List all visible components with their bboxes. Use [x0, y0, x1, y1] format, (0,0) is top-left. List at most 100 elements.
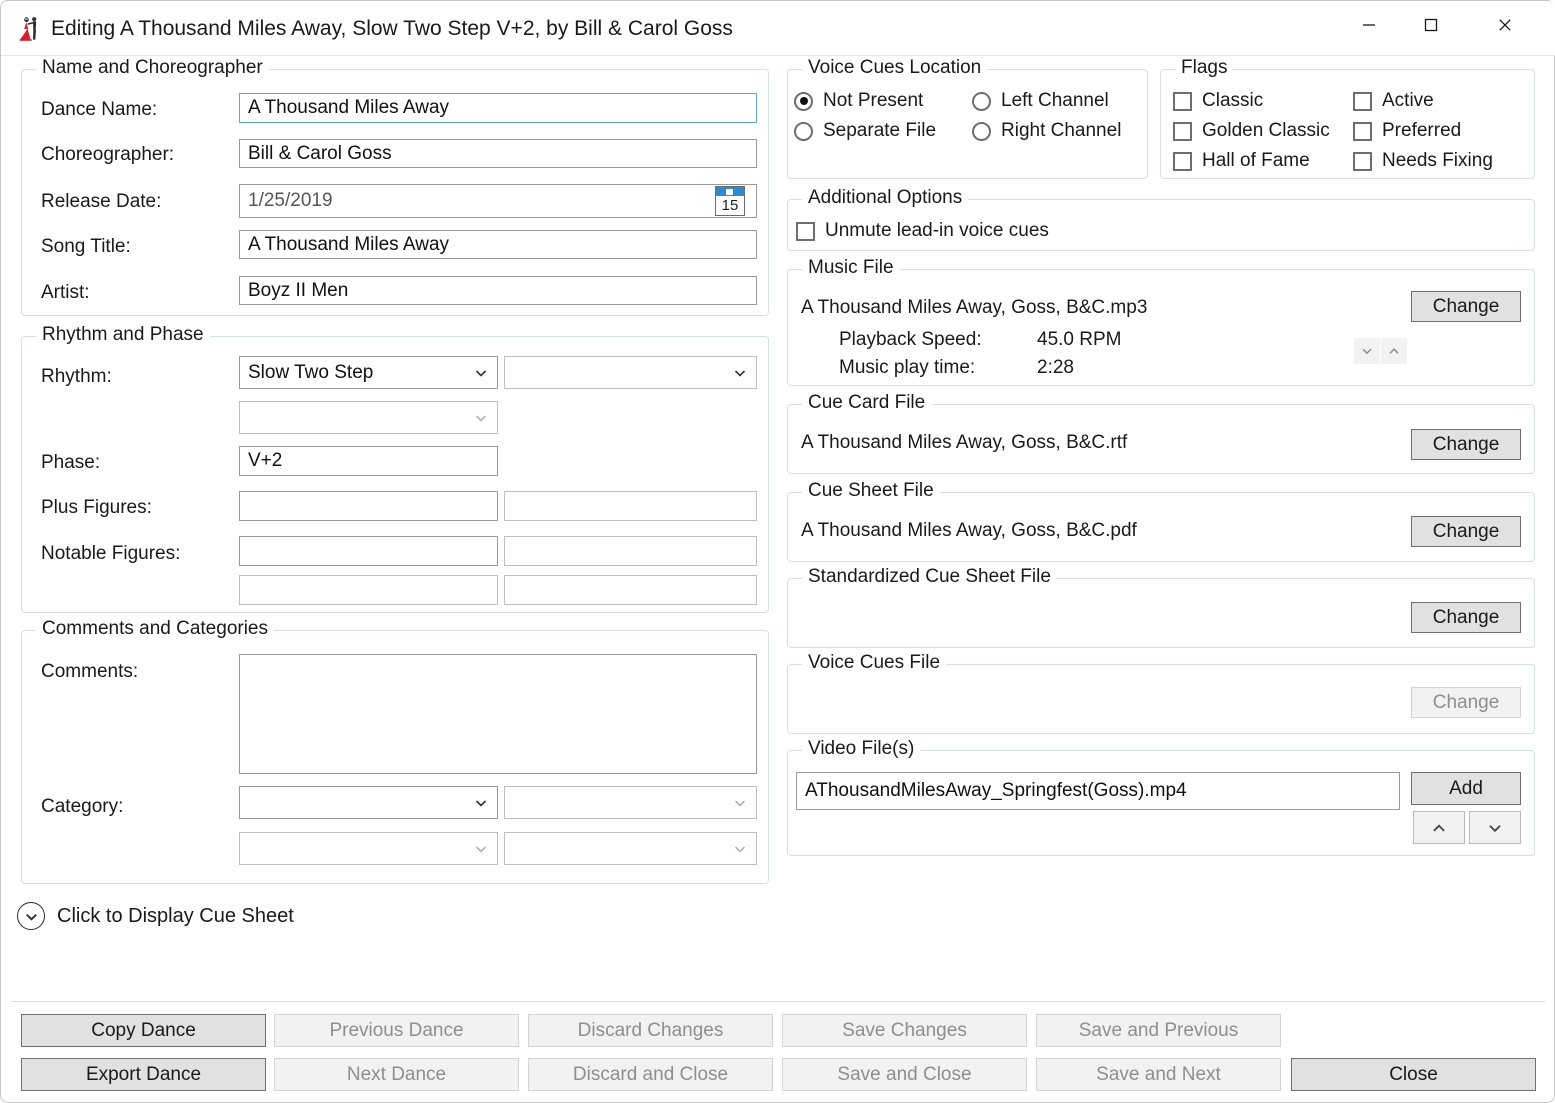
radio-not-present-indicator	[794, 91, 813, 111]
chevron-down-icon	[473, 841, 489, 857]
dance-name-input[interactable]	[239, 93, 757, 123]
copy-dance-button[interactable]: Copy Dance	[21, 1014, 266, 1047]
dancers-icon	[15, 15, 43, 43]
rhythm-secondary-select[interactable]	[504, 356, 757, 389]
save-and-close-button[interactable]: Save and Close	[782, 1058, 1027, 1091]
category-select-1[interactable]	[239, 786, 498, 819]
cue-card-file-name: A Thousand Miles Away, Goss, B&C.rtf	[801, 432, 1128, 453]
rhythm-group-legend: Rhythm and Phase	[36, 324, 210, 346]
plus-figures-input-1[interactable]	[239, 491, 498, 521]
checkbox-unmute-label: Unmute lead-in voice cues	[825, 220, 1049, 241]
close-button[interactable]: Close	[1291, 1058, 1536, 1091]
checkbox-needs-fixing-label: Needs Fixing	[1382, 150, 1493, 171]
cue-sheet-file-name: A Thousand Miles Away, Goss, B&C.pdf	[801, 520, 1137, 541]
minimize-icon	[1363, 23, 1375, 26]
calendar-day: 15	[721, 197, 739, 214]
voice-cues-location-legend: Voice Cues Location	[802, 57, 988, 79]
video-file-move-down-button[interactable]	[1469, 811, 1521, 844]
dance-name-label: Dance Name:	[41, 99, 158, 120]
rhythm-select[interactable]: Slow Two Step	[239, 356, 498, 389]
chevron-down-circle-icon	[17, 902, 45, 930]
chevron-down-icon	[732, 365, 748, 381]
save-changes-button[interactable]: Save Changes	[782, 1014, 1027, 1047]
voice-cues-file-change-button[interactable]: Change	[1411, 687, 1521, 718]
music-file-legend: Music File	[802, 257, 900, 279]
notable-figures-input-3[interactable]	[239, 575, 498, 605]
calendar-icon[interactable]: 15	[715, 186, 745, 216]
checkbox-golden-classic[interactable]: Golden Classic	[1173, 120, 1330, 142]
close-window-button[interactable]	[1474, 1, 1536, 48]
cue-card-file-legend: Cue Card File	[802, 392, 932, 414]
playback-speed-down-button[interactable]	[1354, 338, 1380, 364]
checkbox-active[interactable]: Active	[1353, 90, 1434, 112]
cue-sheet-file-change-button[interactable]: Change	[1411, 516, 1521, 547]
comments-label: Comments:	[41, 661, 139, 682]
radio-not-present[interactable]: Not Present	[794, 90, 923, 112]
category-label: Category:	[41, 796, 124, 817]
phase-input[interactable]	[239, 446, 498, 476]
radio-separate-file-indicator	[794, 121, 813, 141]
rhythm-tertiary-select[interactable]	[239, 401, 498, 434]
radio-separate-file[interactable]: Separate File	[794, 120, 936, 142]
next-dance-button[interactable]: Next Dance	[274, 1058, 519, 1091]
save-and-previous-button[interactable]: Save and Previous	[1036, 1014, 1281, 1047]
notable-figures-input-2[interactable]	[504, 536, 757, 566]
artist-label: Artist:	[41, 282, 90, 303]
display-cue-sheet-toggle[interactable]: Click to Display Cue Sheet	[17, 902, 294, 930]
checkbox-preferred-label: Preferred	[1382, 120, 1462, 141]
checkbox-unmute-box	[796, 221, 815, 241]
song-title-input[interactable]	[239, 230, 757, 259]
checkbox-unmute-lead-in[interactable]: Unmute lead-in voice cues	[796, 220, 1049, 242]
previous-dance-button[interactable]: Previous Dance	[274, 1014, 519, 1047]
radio-left-channel-indicator	[972, 91, 991, 111]
minimize-button[interactable]	[1338, 1, 1400, 48]
comments-group-legend: Comments and Categories	[36, 618, 274, 640]
choreographer-label: Choreographer:	[41, 144, 175, 165]
plus-figures-input-2[interactable]	[504, 491, 757, 521]
checkbox-needs-fixing[interactable]: Needs Fixing	[1353, 150, 1493, 172]
choreographer-input[interactable]	[239, 139, 757, 168]
music-file-name: A Thousand Miles Away, Goss, B&C.mp3	[801, 297, 1148, 318]
checkbox-active-box	[1353, 91, 1372, 111]
chevron-down-icon	[473, 410, 489, 426]
release-date-label: Release Date:	[41, 191, 162, 212]
save-and-next-button[interactable]: Save and Next	[1036, 1058, 1281, 1091]
chevron-down-icon	[732, 795, 748, 811]
song-title-label: Song Title:	[41, 236, 131, 257]
video-files-list[interactable]: AThousandMilesAway_Springfest(Goss).mp4	[796, 772, 1400, 810]
release-date-input[interactable]	[239, 184, 757, 218]
phase-label: Phase:	[41, 452, 101, 473]
video-file-move-up-button[interactable]	[1413, 811, 1465, 844]
comments-textarea[interactable]	[239, 654, 757, 774]
video-file-add-button[interactable]: Add	[1411, 772, 1521, 805]
radio-right-channel[interactable]: Right Channel	[972, 120, 1121, 142]
radio-right-channel-label: Right Channel	[1001, 120, 1122, 141]
artist-input[interactable]	[239, 276, 757, 305]
playback-speed-up-button[interactable]	[1381, 338, 1407, 364]
notable-figures-input-1[interactable]	[239, 536, 498, 566]
radio-left-channel[interactable]: Left Channel	[972, 90, 1109, 112]
checkbox-preferred[interactable]: Preferred	[1353, 120, 1461, 142]
notable-figures-input-4[interactable]	[504, 575, 757, 605]
discard-changes-button[interactable]: Discard Changes	[528, 1014, 773, 1047]
chevron-up-icon	[1389, 348, 1399, 354]
checkbox-hall-of-fame[interactable]: Hall of Fame	[1173, 150, 1310, 172]
chevron-down-icon	[473, 795, 489, 811]
category-select-2[interactable]	[504, 786, 757, 819]
edit-dance-window: Editing A Thousand Miles Away, Slow Two …	[0, 0, 1555, 1103]
additional-options-legend: Additional Options	[802, 187, 969, 209]
voice-cues-file-legend: Voice Cues File	[802, 652, 947, 674]
checkbox-classic[interactable]: Classic	[1173, 90, 1263, 112]
chevron-down-icon	[732, 841, 748, 857]
close-icon	[1499, 18, 1511, 31]
standardized-cue-sheet-file-change-button[interactable]: Change	[1411, 602, 1521, 633]
cue-card-file-change-button[interactable]: Change	[1411, 429, 1521, 460]
footer-divider	[11, 1001, 1545, 1002]
export-dance-button[interactable]: Export Dance	[21, 1058, 266, 1091]
category-select-3[interactable]	[239, 832, 498, 865]
music-file-change-button[interactable]: Change	[1411, 291, 1521, 322]
category-select-4[interactable]	[504, 832, 757, 865]
maximize-button[interactable]	[1400, 1, 1462, 48]
discard-and-close-button[interactable]: Discard and Close	[528, 1058, 773, 1091]
checkbox-hall-of-fame-box	[1173, 151, 1192, 171]
